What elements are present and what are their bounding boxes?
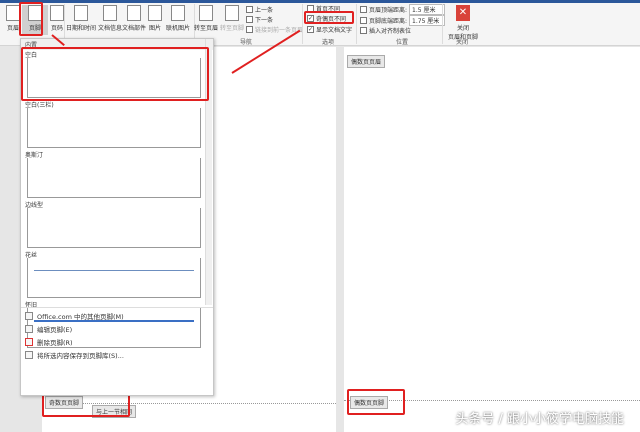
label: 页脚底端距离: [369, 16, 407, 25]
prev-button[interactable]: 上一条 [246, 5, 273, 14]
thumbnail [27, 108, 201, 148]
gallery-item-sideline[interactable]: 边线型 [25, 200, 209, 250]
divider [21, 307, 213, 308]
menu-edit-footer[interactable]: 编辑页脚(E) [25, 324, 72, 334]
label: 页码 [51, 25, 63, 32]
highlight-box [42, 393, 130, 417]
online-picture-button[interactable]: 联机图片 [164, 5, 192, 32]
header-distance-input[interactable]: 1.5 厘米 [409, 4, 445, 15]
show-doc-text-checkbox[interactable]: ✓显示文档文字 [307, 25, 352, 34]
menu-save-to-gallery[interactable]: 将所选内容保存到页脚库(S)... [25, 350, 124, 360]
label: 联机图片 [166, 25, 190, 32]
label: 页眉顶端距离: [369, 5, 407, 14]
close-icon: ✕ [456, 5, 470, 21]
label: 文档信息 [98, 25, 122, 32]
prev-icon [246, 6, 253, 13]
group-label-position: 位置 [396, 37, 408, 46]
label: 插入对齐制表位 [369, 26, 411, 35]
office-icon [25, 312, 33, 320]
group-label-close: 关闭 [456, 37, 468, 46]
date-time-button[interactable]: 日期和时间 [64, 5, 98, 32]
tab-icon [360, 27, 367, 34]
label: 关闭 [457, 25, 469, 32]
highlight-box [19, 2, 43, 36]
picture-button[interactable]: 图片 [144, 5, 166, 32]
edit-icon [25, 325, 33, 333]
label: 图片 [149, 25, 161, 32]
link-icon [246, 26, 253, 33]
next-button[interactable]: 下一条 [246, 15, 273, 24]
label: 显示文档文字 [316, 25, 352, 34]
label: 转至页脚 [220, 25, 244, 32]
label: 编辑页脚(E) [37, 324, 72, 334]
label: 文档部件 [122, 25, 146, 32]
doc-info-icon [103, 5, 117, 21]
calendar-icon [74, 5, 88, 21]
even-page [344, 47, 640, 432]
gallery-item-filigree[interactable]: 花丝 [25, 250, 209, 300]
label: 上一条 [255, 5, 273, 14]
label: 将所选内容保存到页脚库(S)... [37, 350, 124, 360]
header-icon [6, 5, 20, 21]
label: 页眉 [7, 25, 19, 32]
picture-icon [148, 5, 162, 21]
group-label-options: 选项 [322, 37, 334, 46]
highlight-box [304, 11, 354, 24]
online-picture-icon [171, 5, 185, 21]
menu-remove-footer[interactable]: 删除页脚(R) [25, 337, 73, 347]
highlight-box [347, 389, 405, 415]
thumbnail [27, 258, 201, 298]
doc-parts-icon [127, 5, 141, 21]
save-icon [25, 351, 33, 359]
header-distance-icon [360, 6, 367, 13]
divider [302, 4, 303, 44]
even-header-tag: 偶数页页眉 [347, 55, 385, 68]
header-distance: 页眉顶端距离:1.5 厘米 [360, 4, 445, 15]
label: Office.com 中的其他页脚(M) [37, 311, 124, 321]
highlight-box [21, 47, 209, 101]
label: 下一条 [255, 15, 273, 24]
goto-footer-button[interactable]: 转至页脚 [218, 5, 246, 32]
menu-more-footers[interactable]: Office.com 中的其他页脚(M) [25, 311, 124, 321]
gallery-item-blank-3col[interactable]: 空白(三栏) [25, 100, 209, 150]
divider [356, 4, 357, 44]
insert-tab-button[interactable]: 插入对齐制表位 [360, 26, 411, 35]
label: 删除页脚(R) [37, 337, 73, 347]
gallery-item-austin[interactable]: 奥斯汀 [25, 150, 209, 200]
goto-footer-icon [225, 5, 239, 21]
page-number-icon [50, 5, 64, 21]
goto-header-icon [199, 5, 213, 21]
group-label-nav: 导航 [240, 37, 252, 46]
footer-distance-icon [360, 17, 367, 24]
footer-distance-input[interactable]: 1.75 厘米 [409, 15, 445, 26]
footer-distance: 页脚底端距离:1.75 厘米 [360, 15, 445, 26]
label: 转至页眉 [194, 25, 218, 32]
checkbox: ✓ [307, 26, 314, 33]
label: 日期和时间 [66, 25, 96, 32]
delete-icon [25, 338, 33, 346]
thumbnail [27, 208, 201, 248]
goto-header-button[interactable]: 转至页眉 [192, 5, 220, 32]
title-bar [0, 0, 640, 3]
thumbnail [27, 158, 201, 198]
next-icon [246, 16, 253, 23]
watermark: 头条号 / 跟小小筱学电脑技能 [455, 408, 624, 427]
close-header-footer-button[interactable]: ✕关闭页眉和页脚 [446, 5, 480, 41]
divider [442, 4, 443, 44]
